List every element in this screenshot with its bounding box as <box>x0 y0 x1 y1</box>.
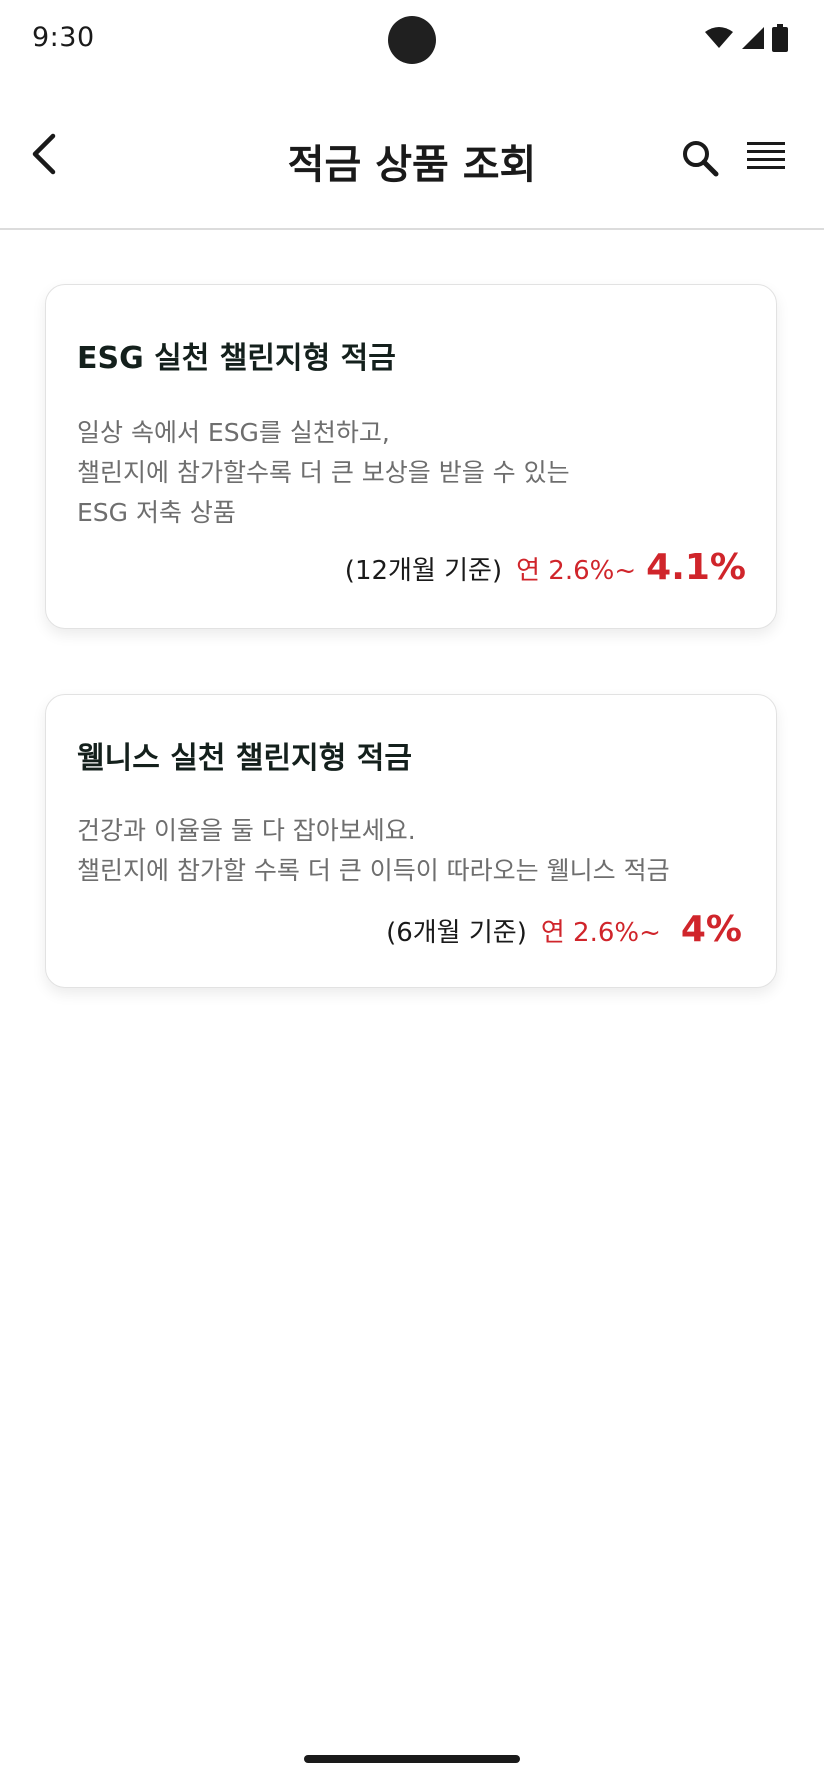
product-description-line: 건강과 이율을 둘 다 잡아보세요. <box>77 816 416 845</box>
product-description: 일상 속에서 ESG를 실천하고, 챌린지에 참가할수록 더 큰 보상을 받을 … <box>77 413 570 533</box>
product-title: ESG 실천 챌린지형 적금 <box>77 341 396 376</box>
product-description-line: 챌린지에 참가할수록 더 큰 보상을 받을 수 있는 <box>77 458 570 487</box>
product-title: 웰니스 실천 챌린지형 적금 <box>77 741 412 776</box>
product-description-line: 챌린지에 참가할 수록 더 큰 이득이 따라오는 웰니스 적금 <box>77 856 670 885</box>
rate-min: 연 2.6%~ <box>516 556 637 586</box>
wifi-icon <box>704 26 734 54</box>
search-icon <box>680 138 720 182</box>
home-indicator[interactable] <box>304 1755 520 1763</box>
signal-icon <box>740 25 766 55</box>
search-button[interactable] <box>676 136 724 184</box>
rate-min: 연 2.6%~ <box>540 918 661 948</box>
menu-button[interactable] <box>740 132 792 184</box>
rate-max: 4.1% <box>646 547 746 588</box>
product-description-line: 일상 속에서 ESG를 실천하고, <box>77 418 390 447</box>
product-card-wellness[interactable]: 웰니스 실천 챌린지형 적금 건강과 이율을 둘 다 잡아보세요. 챌린지에 참… <box>45 694 777 988</box>
status-icons <box>704 24 788 56</box>
rate-max: 4% <box>680 909 742 950</box>
product-description: 건강과 이율을 둘 다 잡아보세요. 챌린지에 참가할 수록 더 큰 이득이 따… <box>77 811 670 891</box>
product-description-line: ESG 저축 상품 <box>77 498 236 527</box>
front-camera <box>388 16 436 64</box>
battery-icon <box>772 24 788 56</box>
menu-icon <box>747 140 785 176</box>
product-card-esg[interactable]: ESG 실천 챌린지형 적금 일상 속에서 ESG를 실천하고, 챌린지에 참가… <box>45 284 777 629</box>
interest-rate-row: (6개월 기준) 연 2.6%~ 4% <box>386 909 742 950</box>
rate-period: (6개월 기준) <box>386 918 527 948</box>
rate-period: (12개월 기준) <box>344 556 503 586</box>
status-time: 9:30 <box>32 22 95 53</box>
interest-rate-row: (12개월 기준) 연 2.6%~ 4.1% <box>345 547 746 588</box>
app-header: 적금 상품 조회 <box>0 92 824 230</box>
status-bar: 9:30 <box>0 0 824 80</box>
